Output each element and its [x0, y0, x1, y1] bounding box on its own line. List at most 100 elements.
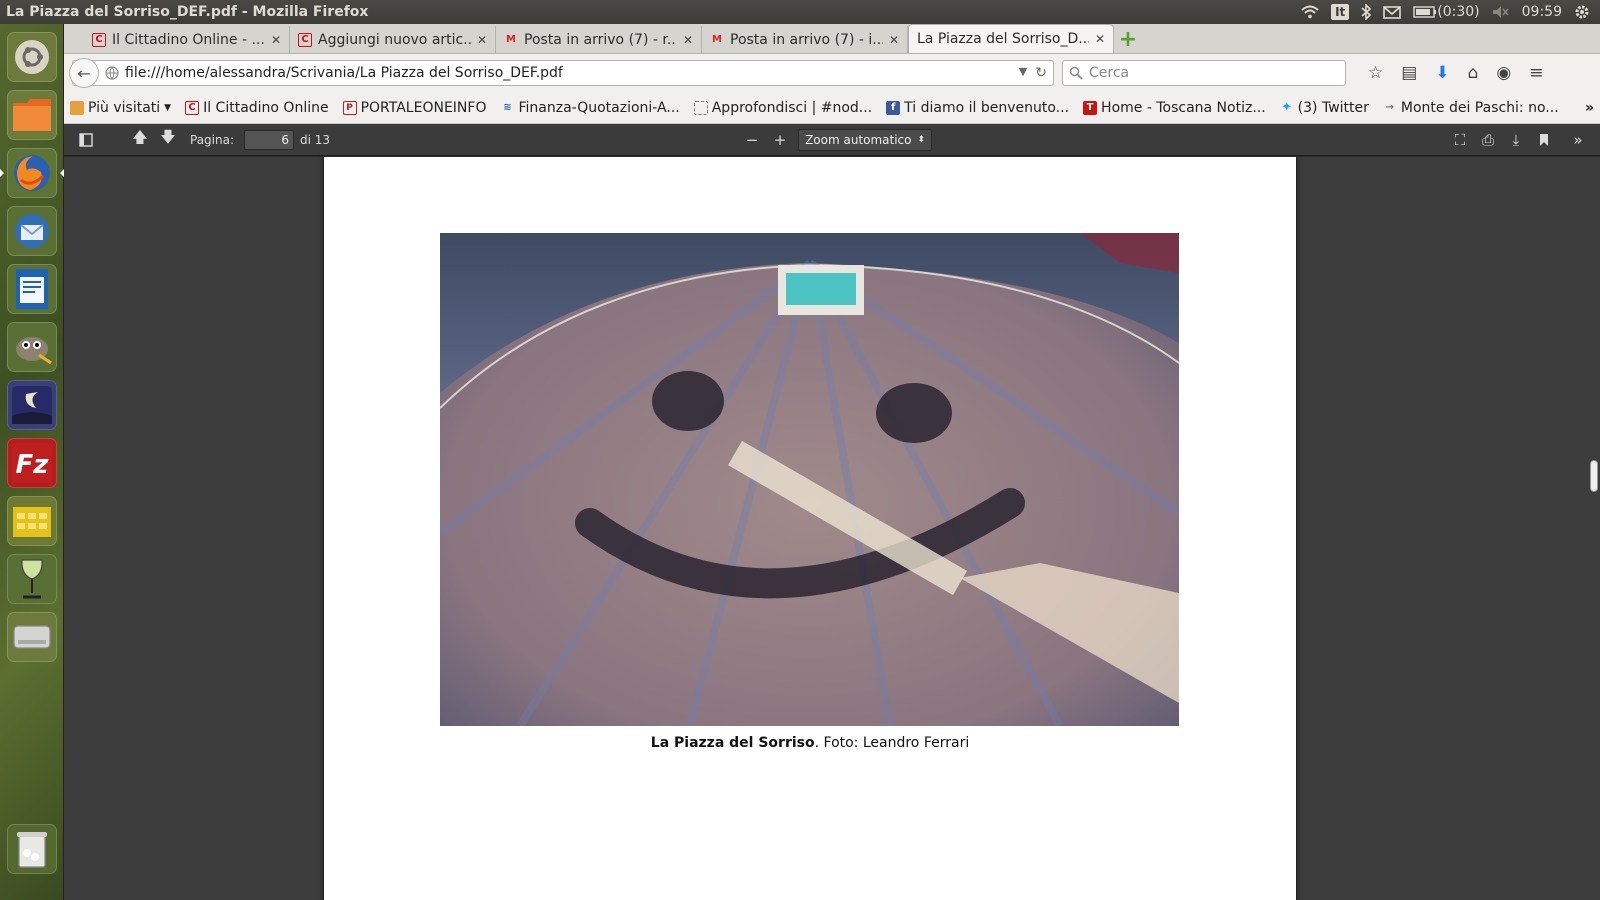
session-gear-icon[interactable] — [1574, 4, 1590, 20]
previous-page-icon[interactable]: 🡅 — [126, 128, 154, 152]
bookmark-twitter[interactable]: ✦ (3) Twitter — [1280, 100, 1369, 116]
zoom-in-icon[interactable]: + — [766, 128, 794, 152]
home-icon[interactable]: ⌂ — [1468, 63, 1479, 83]
reading-list-icon[interactable]: ▤ — [1401, 63, 1417, 83]
search-placeholder: Cerca — [1089, 65, 1130, 81]
download-arrow-icon[interactable]: ⬇ — [1435, 63, 1449, 83]
bookmark-label: Più visitati — [88, 99, 161, 116]
reload-icon[interactable]: ↻ — [1035, 65, 1047, 81]
arrow-favicon-icon: → — [1385, 102, 1395, 113]
sidebar-toggle-icon[interactable] — [72, 128, 100, 152]
trash-icon[interactable] — [7, 824, 57, 874]
volume-muted-icon[interactable] — [1492, 5, 1510, 19]
bookmark-label: Monte dei Paschi: no... — [1400, 99, 1559, 116]
system-tray: It (0:30) 09:59 — [1301, 4, 1600, 20]
tools-chevron-icon[interactable]: » — [1564, 128, 1592, 152]
bookmark-piu-visitati[interactable]: Più visitati ▼ — [70, 100, 171, 116]
battery-icon[interactable]: (0:30) — [1413, 4, 1480, 20]
nav-bar: ← file:///home/alessandra/Scrivania/La P… — [64, 54, 1600, 92]
top-panel: La Piazza del Sorriso_DEF.pdf - Mozilla … — [0, 0, 1600, 24]
bookmark-label: Approfondisci | #nod... — [711, 99, 873, 116]
bookmark-facebook[interactable]: f Ti diamo il benvenuto... — [886, 100, 1069, 116]
zoom-select[interactable]: Zoom automatico ⬍ — [798, 128, 933, 151]
page-label: Pagina: — [190, 132, 235, 147]
close-tab-icon[interactable]: ✕ — [889, 33, 899, 47]
close-tab-icon[interactable]: ✕ — [477, 33, 487, 47]
url-bar[interactable]: ← file:///home/alessandra/Scrivania/La P… — [69, 58, 1054, 88]
print-icon[interactable]: ⎙ — [1474, 128, 1502, 152]
gimp-icon[interactable] — [7, 322, 57, 372]
ubuntu-dash-icon[interactable] — [7, 32, 57, 82]
url-text[interactable]: file:///home/alessandra/Scrivania/La Pia… — [125, 65, 1013, 81]
keyboard-layout-indicator[interactable]: It — [1331, 4, 1350, 20]
zoom-value: Zoom automatico — [805, 132, 912, 147]
history-dropdown-icon[interactable]: ▼ — [1019, 65, 1027, 81]
pdf-toolbar: 🡅 🡇 Pagina: 6 di 13 − + Zoom automatico … — [64, 124, 1600, 156]
tab-label: Posta in arrivo (7) - r... — [524, 31, 677, 48]
bookmark-il-cittadino[interactable]: C Il Cittadino Online — [185, 100, 329, 116]
fullscreen-icon[interactable]: ⛶ — [1446, 128, 1474, 152]
menu-hamburger-icon[interactable]: ≡ — [1529, 63, 1543, 83]
page-total: di 13 — [300, 132, 331, 147]
bookmark-monte-paschi[interactable]: → Monte dei Paschi: no... — [1383, 100, 1559, 116]
bookmark-label: PORTALEONEINFO — [360, 99, 487, 116]
bookmark-toscana-notizie[interactable]: T Home - Toscana Notiz... — [1083, 100, 1266, 116]
bookmark-finanza[interactable]: ≋ Finanza-Quotazioni-A... — [500, 100, 679, 116]
libreoffice-calc-icon[interactable] — [7, 496, 57, 546]
caption-title: La Piazza del Sorriso — [650, 735, 815, 751]
bookmark-portaleoneinfo[interactable]: P PORTALEONEINFO — [342, 99, 487, 116]
new-tab-plus-icon[interactable]: + — [1114, 26, 1142, 53]
scrollbar-thumb[interactable] — [1590, 460, 1598, 492]
gmail-icon: M — [712, 34, 722, 45]
caption-credit: . Foto: Leandro Ferrari — [814, 735, 970, 751]
wine-icon[interactable] — [7, 554, 57, 604]
folder-icon — [70, 100, 84, 115]
unity-launcher: Fz — [0, 24, 64, 900]
drive-icon[interactable] — [7, 612, 57, 662]
bluetooth-icon[interactable] — [1361, 4, 1372, 20]
chat-bubble-icon[interactable]: ◉ — [1496, 63, 1511, 83]
tab-pdf-active[interactable]: La Piazza del Sorriso_D... ✕ — [908, 24, 1114, 53]
zoom-out-icon[interactable]: − — [738, 128, 766, 152]
portaleone-favicon-icon: P — [342, 100, 357, 115]
bookmark-approfondisci[interactable]: Approfondisci | #nod... — [693, 99, 873, 116]
bookmark-label: Finanza-Quotazioni-A... — [518, 99, 680, 116]
tab-il-cittadino[interactable]: C Il Cittadino Online - ... ✕ — [84, 26, 290, 53]
bookmarks-overflow-chevron-icon[interactable]: » — [1585, 100, 1594, 116]
back-arrow-icon[interactable]: ← — [69, 58, 99, 88]
clock[interactable]: 09:59 — [1522, 4, 1562, 20]
battery-time: (0:30) — [1437, 4, 1480, 20]
chevron-down-icon: ▼ — [164, 102, 172, 113]
next-page-icon[interactable]: 🡇 — [154, 128, 182, 152]
bookmark-label: (3) Twitter — [1297, 99, 1369, 116]
thunderbird-icon[interactable] — [7, 206, 57, 256]
tab-posta-1[interactable]: M Posta in arrivo (7) - r... ✕ — [496, 26, 702, 53]
firefox-window: C Il Cittadino Online - ... ✕ C Aggiungi… — [64, 24, 1600, 156]
firefox-icon[interactable] — [0, 148, 64, 198]
tab-aggiungi-articolo[interactable]: C Aggiungi nuovo artic... ✕ — [290, 26, 496, 53]
close-tab-icon[interactable]: ✕ — [1095, 32, 1105, 46]
close-tab-icon[interactable]: ✕ — [683, 33, 693, 47]
tab-label: La Piazza del Sorriso_D... — [917, 31, 1089, 47]
download-icon[interactable]: ⤓ — [1502, 128, 1530, 152]
bookmark-icon[interactable] — [1530, 128, 1558, 152]
cittadino-favicon-icon: C — [92, 32, 106, 47]
cittadino-favicon-icon: C — [298, 32, 312, 47]
wifi-icon[interactable] — [1301, 5, 1319, 19]
files-icon[interactable] — [7, 90, 57, 140]
mail-icon[interactable] — [1383, 5, 1402, 19]
gmail-icon: M — [506, 34, 516, 45]
pdf-viewer[interactable]: La Piazza del Sorriso. Foto: Leandro Fer… — [64, 157, 1600, 900]
libreoffice-writer-icon[interactable] — [7, 264, 57, 314]
search-input[interactable]: Cerca — [1062, 60, 1346, 86]
bookmark-star-icon[interactable]: ☆ — [1368, 63, 1383, 83]
window-title: La Piazza del Sorriso_DEF.pdf - Mozilla … — [6, 4, 369, 20]
close-tab-icon[interactable]: ✕ — [271, 33, 281, 47]
tab-bar: C Il Cittadino Online - ... ✕ C Aggiungi… — [64, 24, 1600, 54]
tab-posta-2[interactable]: M Posta in arrivo (7) - i... ✕ — [702, 26, 908, 53]
page-number-input[interactable]: 6 — [244, 129, 295, 150]
bookmark-label: Il Cittadino Online — [203, 99, 329, 116]
filezilla-icon[interactable]: Fz — [7, 438, 57, 488]
stellarium-icon[interactable] — [7, 380, 57, 430]
page-favicon-icon — [693, 100, 708, 115]
